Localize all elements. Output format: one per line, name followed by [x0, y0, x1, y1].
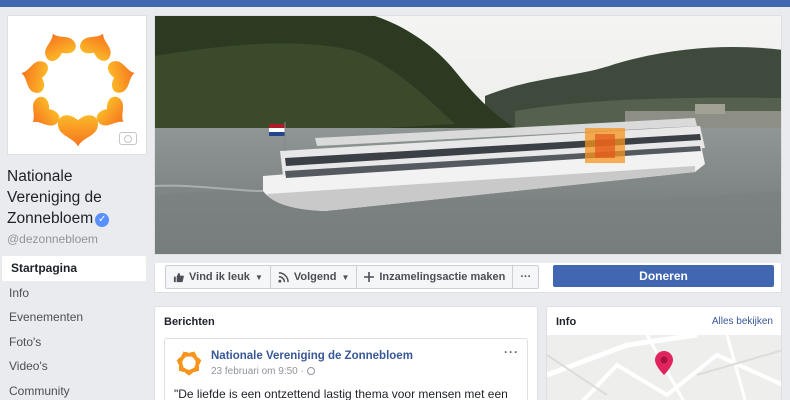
like-button[interactable]: Vind ik leuk ▼	[165, 265, 271, 289]
post-author-link[interactable]: Nationale Vereniging de Zonnebloem	[211, 350, 413, 362]
post-item: Nationale Vereniging de Zonnebloem 23 fe…	[164, 338, 528, 400]
nav-item-videos[interactable]: Video's	[0, 354, 148, 379]
map-pin-icon	[655, 351, 673, 375]
more-actions-button[interactable]: ···	[512, 265, 540, 289]
plus-icon	[364, 272, 375, 282]
donate-button[interactable]: Doneren	[553, 265, 774, 287]
cover-image-river-cruise	[155, 16, 781, 254]
nav-item-info[interactable]: Info	[0, 281, 148, 306]
info-card: Info Alles bekijken	[546, 306, 782, 400]
chevron-down-icon: ▼	[254, 272, 263, 282]
globe-icon	[306, 367, 315, 375]
page-navigation: Startpagina Info Evenementen Foto's Vide…	[0, 256, 148, 400]
posts-heading: Berichten	[164, 316, 215, 328]
chevron-down-icon: ▼	[341, 272, 350, 282]
location-map[interactable]	[547, 332, 781, 400]
create-fundraiser-button[interactable]: Inzamelingsactie maken	[356, 265, 514, 289]
page-action-bar: Vind ik leuk ▼ Volgend ▼ Inzamelingsacti…	[154, 263, 782, 293]
cover-photo[interactable]	[154, 15, 782, 255]
page-handle[interactable]: @dezonnebloem	[7, 232, 98, 246]
verified-badge-icon: ✓	[95, 213, 110, 227]
page-name-text: Nationale Vereniging de Zonnebloem	[7, 168, 102, 227]
nav-item-evenementen[interactable]: Evenementen	[0, 305, 148, 330]
like-button-label: Vind ik leuk	[189, 271, 250, 283]
top-navigation-bar	[0, 0, 790, 7]
create-fundraiser-label: Inzamelingsactie maken	[379, 271, 506, 283]
info-heading: Info	[556, 316, 577, 328]
nav-item-community[interactable]: Community	[0, 379, 148, 400]
more-dots-icon: ···	[520, 271, 532, 283]
follow-button-label: Volgend	[293, 271, 337, 283]
nav-item-fotos[interactable]: Foto's	[0, 330, 148, 355]
post-timestamp[interactable]: 23 februari om 9:50 ·	[211, 366, 315, 377]
nav-item-startpagina[interactable]: Startpagina	[2, 256, 146, 281]
profile-picture[interactable]	[7, 15, 147, 155]
page-title: Nationale Vereniging de Zonnebloem ✓	[7, 166, 149, 229]
post-body-text: "De liefde is een ontzettend lastig them…	[174, 387, 508, 400]
follow-button[interactable]: Volgend ▼	[269, 265, 358, 289]
rss-follow-icon	[278, 271, 289, 283]
post-author-avatar[interactable]	[174, 348, 204, 378]
posts-card: Berichten Nationale Vereniging de Zonneb…	[154, 306, 538, 400]
post-options-button[interactable]: ···	[504, 345, 519, 359]
action-button-group: Vind ik leuk ▼ Volgend ▼ Inzamelingsacti…	[165, 265, 540, 289]
see-all-link[interactable]: Alles bekijken	[712, 316, 773, 327]
camera-icon[interactable]	[119, 132, 137, 145]
post-time-text: 23 februari om 9:50 ·	[211, 366, 304, 377]
thumbs-up-icon	[173, 272, 184, 283]
